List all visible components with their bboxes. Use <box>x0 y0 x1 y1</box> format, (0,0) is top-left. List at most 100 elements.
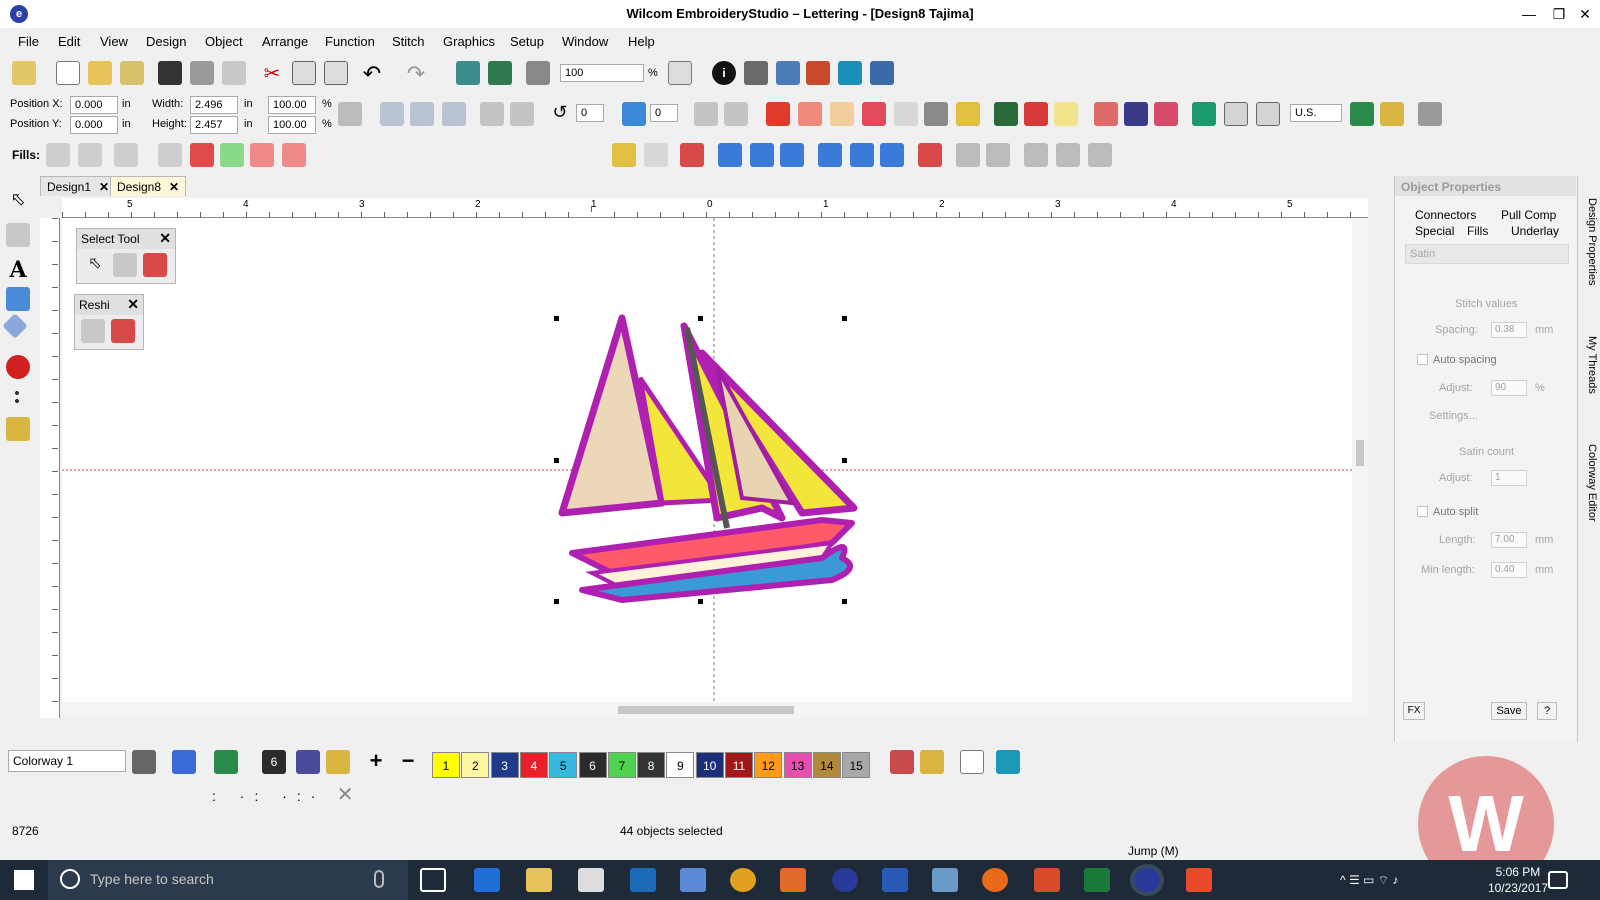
distribute-h-icon[interactable] <box>956 143 980 167</box>
color-swatch[interactable]: 2 <box>461 752 490 778</box>
skew-icon[interactable] <box>480 102 504 126</box>
close-icon[interactable]: ✕ <box>169 180 179 194</box>
tab-design8[interactable]: Design8 ✕ <box>110 176 187 196</box>
outline-icon[interactable] <box>1192 102 1216 126</box>
lettering-icon[interactable]: A <box>6 257 30 283</box>
reshape-icon[interactable] <box>6 223 30 247</box>
freehand-icon[interactable] <box>830 102 854 126</box>
windows-start-icon[interactable] <box>14 870 34 890</box>
handle[interactable] <box>842 458 847 463</box>
star-icon[interactable] <box>1054 102 1078 126</box>
center-icon[interactable] <box>918 143 942 167</box>
skew-alt-icon[interactable] <box>510 102 534 126</box>
width-percent-input[interactable]: 100.00 <box>268 96 316 114</box>
select-arrow-icon[interactable]: ⬁ <box>6 189 30 213</box>
color-swatch[interactable]: 9 <box>666 752 695 778</box>
taskbar-clock[interactable]: 5:06 PM 10/23/2017 <box>1488 864 1548 896</box>
system-tray-icons[interactable]: ^ ☰ ▭ ⌔ ♪ <box>1340 868 1420 892</box>
shapes-icon[interactable] <box>1024 102 1048 126</box>
wilcom-active-icon[interactable] <box>1134 868 1160 892</box>
color-film-icon[interactable] <box>806 61 830 85</box>
handle[interactable] <box>554 316 559 321</box>
satin-fill-type-icon[interactable] <box>46 143 70 167</box>
word-icon[interactable] <box>882 868 908 892</box>
mirror-vertical-icon[interactable] <box>410 102 434 126</box>
coreldraw-icon[interactable] <box>1034 868 1060 892</box>
es-app-icon[interactable] <box>780 868 806 892</box>
edge-browser-icon[interactable] <box>474 868 500 892</box>
menu-file[interactable]: File <box>18 34 39 49</box>
unlock-icon[interactable] <box>644 143 668 167</box>
redraw-icon[interactable] <box>526 61 550 85</box>
color-swatch[interactable]: 14 <box>812 752 841 778</box>
microphone-icon[interactable] <box>374 870 384 888</box>
menu-function[interactable]: Function <box>325 34 375 49</box>
save-icon[interactable] <box>158 61 182 85</box>
monogram-icon[interactable] <box>2 313 28 339</box>
notifications-icon[interactable] <box>1548 871 1568 889</box>
column-fill-type-icon[interactable] <box>114 143 138 167</box>
print-preview-icon[interactable] <box>222 61 246 85</box>
handle[interactable] <box>554 599 559 604</box>
sailboat-embroidery[interactable] <box>558 314 858 603</box>
garment-icon[interactable] <box>214 750 238 774</box>
color-swatch[interactable]: 8 <box>637 752 666 778</box>
handle[interactable] <box>842 599 847 604</box>
color-swatch[interactable]: 3 <box>490 752 519 778</box>
mirror-both-icon[interactable] <box>442 102 466 126</box>
color-swatch[interactable]: 13 <box>783 752 812 778</box>
tab-colorway-editor[interactable]: Colorway Editor <box>1580 444 1598 522</box>
satin-fill-icon[interactable] <box>766 102 790 126</box>
hoop-grid-icon[interactable] <box>1256 102 1280 126</box>
horizontal-scrollbar[interactable] <box>62 702 1352 718</box>
color-swatch[interactable]: 4 <box>519 752 548 778</box>
minimize-button[interactable]: — <box>1514 2 1544 26</box>
menu-edit[interactable]: Edit <box>58 34 80 49</box>
app-icon[interactable] <box>932 868 958 892</box>
auto-split-checkbox[interactable] <box>1417 506 1428 517</box>
color-swatch[interactable]: 15 <box>842 752 871 778</box>
reshape-object-icon[interactable] <box>81 319 105 343</box>
remove-color-icon[interactable]: − <box>396 750 420 774</box>
current-color-icon[interactable]: 6 <box>262 750 286 774</box>
overview-window-icon[interactable] <box>668 61 692 85</box>
send-to-machine-icon[interactable] <box>488 61 512 85</box>
move-icon[interactable] <box>1088 143 1112 167</box>
break-apart-icon[interactable] <box>724 102 748 126</box>
tab-design1[interactable]: Design1 ✕ <box>40 176 117 196</box>
wilcom-app-icon[interactable] <box>832 868 858 892</box>
width-input[interactable]: 2.496 <box>190 96 238 114</box>
fill-type-select[interactable]: Satin <box>1405 244 1569 264</box>
tab-fills[interactable]: Fills <box>1467 224 1489 238</box>
settings-icon[interactable] <box>1418 102 1442 126</box>
colorway-select[interactable]: Colorway 1 <box>8 750 126 772</box>
close-icon[interactable]: ✕ <box>99 180 109 194</box>
open-folder-icon[interactable] <box>88 61 112 85</box>
picture-icon[interactable] <box>994 102 1018 126</box>
color-palette-icon[interactable] <box>172 750 196 774</box>
menu-help[interactable]: Help <box>628 34 655 49</box>
auto-spacing-checkbox[interactable] <box>1417 354 1428 365</box>
fx-button[interactable]: FX <box>1403 702 1425 720</box>
trace-icon[interactable] <box>1380 102 1404 126</box>
stop-icon[interactable] <box>6 355 30 379</box>
info-icon[interactable]: i <box>712 61 736 85</box>
tab-special[interactable]: Special <box>1415 224 1454 238</box>
align-right-icon[interactable] <box>780 143 804 167</box>
wave-fill-type-icon[interactable] <box>78 143 102 167</box>
store-icon[interactable] <box>578 868 604 892</box>
rotate-input[interactable]: 0 <box>576 104 604 122</box>
more-tools-icon[interactable] <box>14 389 20 407</box>
length-input[interactable]: 7.00 <box>1491 532 1527 548</box>
task-view-icon[interactable] <box>420 868 446 892</box>
color-swatch[interactable]: 10 <box>695 752 724 778</box>
menu-design[interactable]: Design <box>146 34 186 49</box>
menu-window[interactable]: Window <box>562 34 608 49</box>
menu-stitch[interactable]: Stitch <box>392 34 425 49</box>
measure-icon[interactable] <box>1350 102 1374 126</box>
cut-icon[interactable]: ✂ <box>260 61 284 85</box>
close-icon[interactable]: ✕ <box>127 296 139 313</box>
close-window-button[interactable]: ✕ <box>1570 2 1600 26</box>
paint-bucket-icon[interactable] <box>326 750 350 774</box>
align-center-icon[interactable] <box>750 143 774 167</box>
